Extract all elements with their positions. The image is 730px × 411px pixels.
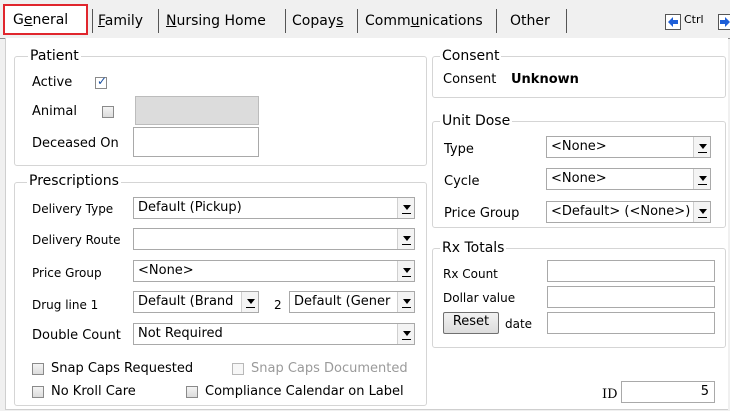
dropdown-arrow-icon [693,137,710,157]
drug-line-2-label: 2 [274,298,282,312]
snap-caps-requested-label: Snap Caps Requested [51,361,194,376]
tab-separator [357,9,358,33]
tab-general[interactable]: General [3,4,88,35]
dollar-value-label: Dollar value [443,291,516,305]
delivery-route-select[interactable] [133,228,415,250]
animal-label: Animal [32,104,77,119]
drug-line-2-select[interactable]: Default (Gener [289,291,415,313]
tab-general-label: General [13,12,69,28]
double-count-label: Double Count [32,328,121,343]
delivery-route-label: Delivery Route [32,233,121,247]
price-group-select[interactable]: <None> [133,260,415,282]
dropdown-arrow-icon [397,198,414,218]
unit-dose-price-group-label: Price Group [444,206,520,221]
tab-separator [285,9,286,33]
unit-dose-type-label: Type [444,142,474,157]
tab-copays[interactable]: Copays [292,9,343,33]
patient-group-title: Patient [28,48,81,64]
snap-caps-documented-label: Snap Caps Documented [251,361,408,376]
tab-communications[interactable]: Communications [365,9,483,33]
dropdown-arrow-icon [397,324,414,344]
dropdown-arrow-icon [693,169,710,189]
tab-separator [92,9,93,33]
dropdown-arrow-icon [397,261,414,281]
date-field[interactable] [547,312,715,334]
prescriptions-group-title: Prescriptions [27,173,121,189]
id-field[interactable]: 5 [621,381,715,403]
consent-group-title: Consent [440,48,502,64]
drug-line-2-value: Default (Gener [294,294,391,309]
unit-dose-price-group-value: <Default> (<None>) [551,204,691,219]
tab-other[interactable]: Other [510,9,550,33]
rx-totals-group-title: Rx Totals [440,240,507,256]
id-value: 5 [700,384,709,399]
drug-line-label: Drug line 1 [32,298,99,312]
tab-separator [496,9,497,33]
active-checkbox[interactable] [95,74,107,89]
consent-value: Unknown [511,72,579,87]
double-count-value: Not Required [138,326,223,341]
tab-strip: General Family Nursing Home Copays Commu… [0,0,730,39]
unit-dose-cycle-label: Cycle [444,174,480,189]
unit-dose-group-title: Unit Dose [440,113,513,129]
dropdown-arrow-icon [693,202,710,222]
tab-separator [566,9,567,33]
deceased-on-label: Deceased On [32,136,119,151]
no-kroll-care-checkbox[interactable] [32,386,44,398]
reset-button-label: Reset [452,314,490,329]
price-group-value: <None> [138,263,194,278]
arrow-left-icon [665,14,681,30]
date-label: date [505,317,533,331]
unit-dose-cycle-value: <None> [551,171,607,186]
tab-nursing-home[interactable]: Nursing Home [166,9,266,33]
animal-field [135,96,259,125]
active-label: Active [32,75,73,90]
ctrl-left-nav-button[interactable]: Ctrl [665,11,719,33]
deceased-on-field[interactable] [133,127,259,157]
id-label: ID [602,387,618,402]
unit-dose-type-value: <None> [551,139,607,154]
drug-line-1-value: Default (Brand [138,294,234,309]
delivery-type-label: Delivery Type [32,202,114,216]
ctrl-label: Ctrl [684,13,704,26]
dollar-value-field[interactable] [547,286,715,308]
snap-caps-documented-checkbox [232,363,244,375]
unit-dose-cycle-select[interactable]: <None> [546,168,711,190]
dropdown-arrow-icon [397,292,414,312]
consent-label: Consent [443,72,497,87]
compliance-calendar-label: Compliance Calendar on Label [205,384,404,399]
unit-dose-price-group-select[interactable]: <Default> (<None>) [546,201,711,223]
unit-dose-type-select[interactable]: <None> [546,136,711,158]
dropdown-arrow-icon [397,229,414,249]
price-group-label: Price Group [32,266,102,280]
double-count-select[interactable]: Not Required [133,323,415,345]
snap-caps-requested-checkbox[interactable] [32,363,44,375]
compliance-calendar-checkbox[interactable] [186,386,198,398]
general-tab-panel: Patient Active Animal Deceased On Prescr… [5,38,728,410]
delivery-type-value: Default (Pickup) [138,200,242,215]
arrow-right-icon[interactable] [718,14,730,30]
tab-separator [158,9,159,33]
no-kroll-care-label: No Kroll Care [51,384,136,399]
dropdown-arrow-icon [241,292,258,312]
drug-line-1-select[interactable]: Default (Brand [133,291,259,313]
delivery-type-select[interactable]: Default (Pickup) [133,197,415,219]
tab-family[interactable]: Family [98,9,143,33]
reset-button[interactable]: Reset [443,312,499,334]
rx-count-label: Rx Count [443,267,498,281]
animal-checkbox[interactable] [102,106,114,118]
rx-count-field[interactable] [547,260,715,282]
